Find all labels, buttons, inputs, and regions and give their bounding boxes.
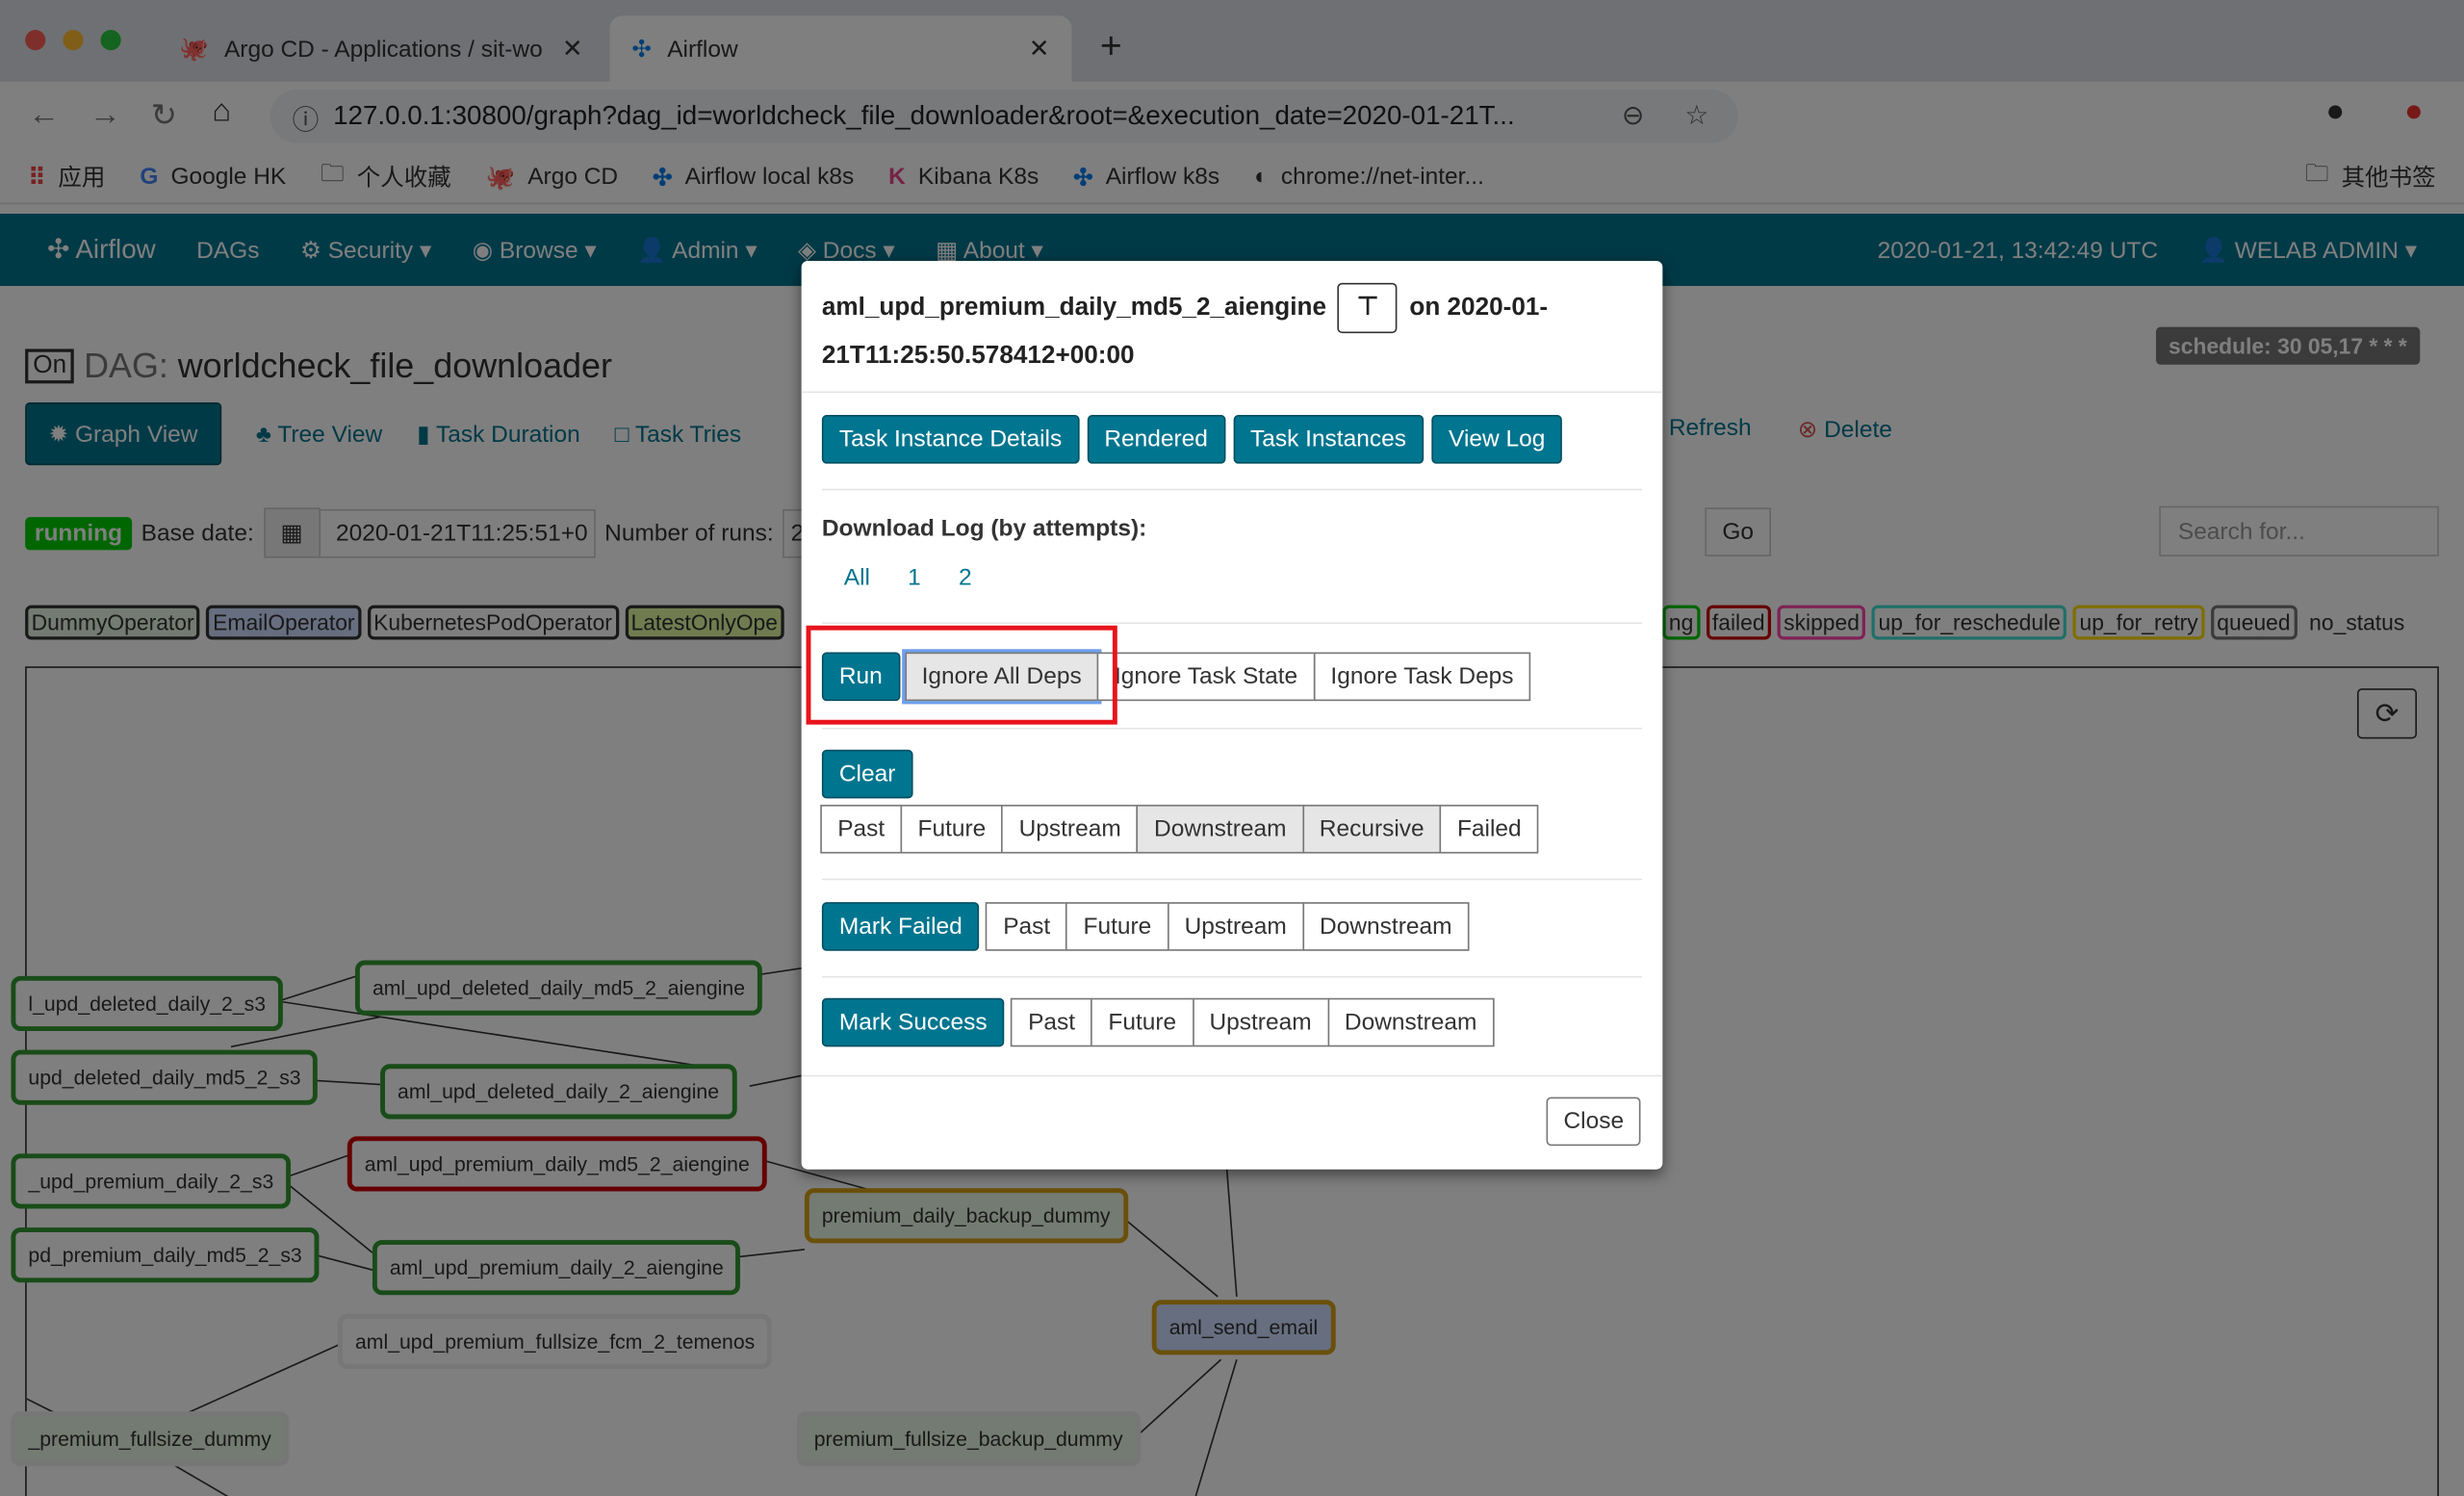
close-button[interactable]: Close [1547, 1097, 1642, 1147]
download-log-label: Download Log (by attempts): [822, 516, 1146, 543]
view-log-button[interactable]: View Log [1431, 415, 1562, 464]
failed-upstream-toggle[interactable]: Upstream [1168, 902, 1304, 951]
clear-button[interactable]: Clear [822, 750, 912, 799]
clear-past-toggle[interactable]: Past [820, 805, 902, 854]
download-log-attempt-2[interactable]: 2 [959, 564, 972, 591]
clear-future-toggle[interactable]: Future [901, 805, 1004, 854]
task-instance-details-button[interactable]: Task Instance Details [822, 415, 1079, 464]
clear-recursive-toggle[interactable]: Recursive [1302, 805, 1442, 854]
success-future-toggle[interactable]: Future [1091, 998, 1194, 1047]
mark-failed-button[interactable]: Mark Failed [822, 902, 980, 951]
task-instance-modal: aml_upd_premium_daily_md5_2_aiengine ⊤ o… [802, 261, 1663, 1170]
clear-downstream-toggle[interactable]: Downstream [1137, 805, 1303, 854]
mark-success-button[interactable]: Mark Success [822, 998, 1005, 1047]
clear-upstream-toggle[interactable]: Upstream [1002, 805, 1139, 854]
task-instances-button[interactable]: Task Instances [1233, 415, 1424, 464]
success-past-toggle[interactable]: Past [1011, 998, 1092, 1047]
clear-failed-toggle[interactable]: Failed [1440, 805, 1539, 854]
ignore-task-deps-toggle[interactable]: Ignore Task Deps [1313, 653, 1530, 702]
highlight-box [807, 626, 1117, 725]
rendered-button[interactable]: Rendered [1087, 415, 1224, 464]
success-downstream-toggle[interactable]: Downstream [1327, 998, 1494, 1047]
download-log-all[interactable]: All [844, 564, 870, 591]
failed-future-toggle[interactable]: Future [1066, 902, 1169, 951]
filter-icon[interactable]: ⊤ [1338, 283, 1398, 333]
download-log-attempt-1[interactable]: 1 [908, 564, 921, 591]
failed-past-toggle[interactable]: Past [986, 902, 1067, 951]
failed-downstream-toggle[interactable]: Downstream [1302, 902, 1469, 951]
modal-title: aml_upd_premium_daily_md5_2_aiengine ⊤ o… [822, 283, 1639, 380]
ignore-task-state-toggle[interactable]: Ignore Task State [1097, 653, 1315, 702]
success-upstream-toggle[interactable]: Upstream [1192, 998, 1328, 1047]
